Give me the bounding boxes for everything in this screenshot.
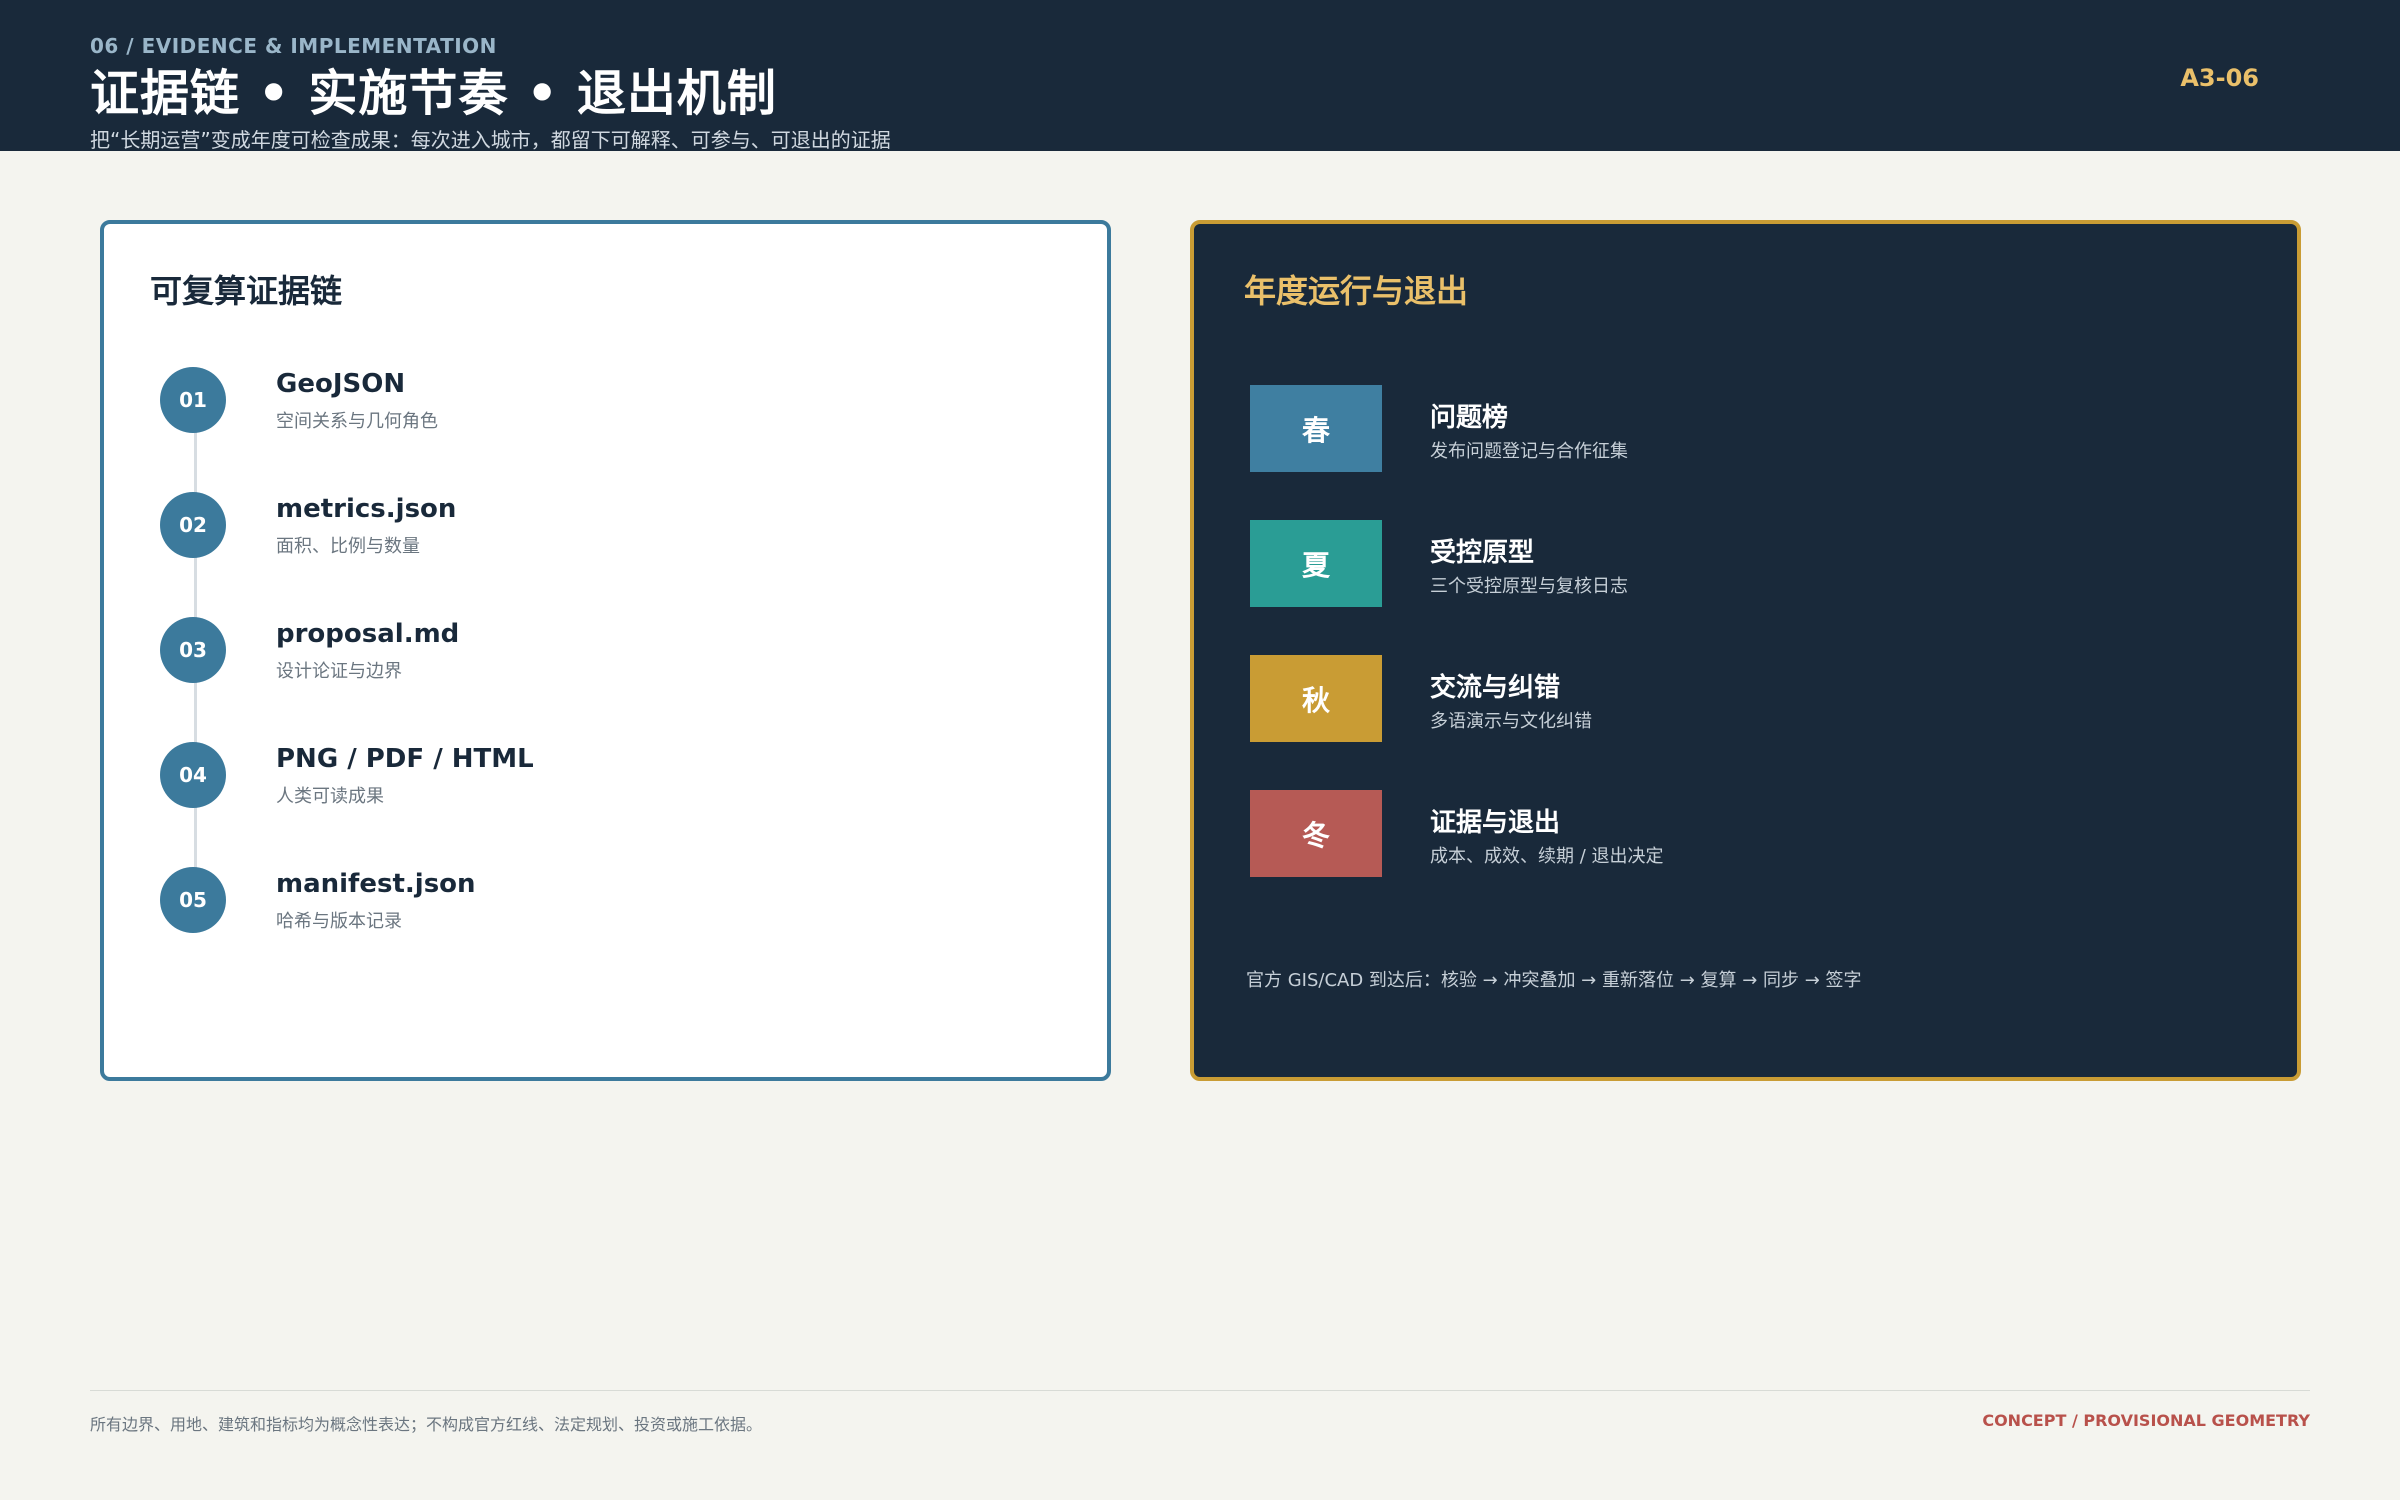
annual-cycle-card: 年度运行与退出 春 问题榜 发布问题登记与合作征集 夏 受控原型 三个受控原型与… (1190, 220, 2301, 1081)
season-spring: 春 问题榜 发布问题登记与合作征集 (1250, 385, 2250, 475)
season-desc: 发布问题登记与合作征集 (1430, 441, 1628, 462)
step-number-badge: 05 (160, 867, 226, 933)
chain-item-name: PNG / PDF / HTML (276, 744, 534, 774)
season-tag: 夏 (1250, 520, 1382, 607)
page-title: 证据链 • 实施节奏 • 退出机制 (90, 65, 777, 122)
chain-item-desc: 设计论证与边界 (276, 661, 402, 682)
footer-divider (90, 1390, 2310, 1391)
footer-status: CONCEPT / PROVISIONAL GEOMETRY (1982, 1411, 2310, 1430)
evidence-chain-list: 01 GeoJSON 空间关系与几何角色 02 metrics.json 面积、… (104, 224, 1107, 1077)
season-summer: 夏 受控原型 三个受控原型与复核日志 (1250, 520, 2250, 610)
chain-item-proposal: 03 proposal.md 设计论证与边界 (160, 617, 1040, 717)
chain-item-desc: 人类可读成果 (276, 786, 384, 807)
annual-cycle-title: 年度运行与退出 (1244, 272, 1469, 310)
season-name: 受控原型 (1430, 538, 1535, 568)
chain-item-name: proposal.md (276, 619, 460, 649)
season-autumn: 秋 交流与纠错 多语演示与文化纠错 (1250, 655, 2250, 745)
header-bar: 06 / EVIDENCE & IMPLEMENTATION 证据链 • 实施节… (0, 0, 2400, 152)
season-tag: 冬 (1250, 790, 1382, 877)
chain-item-name: manifest.json (276, 869, 476, 899)
season-winter: 冬 证据与退出 成本、成效、续期 / 退出决定 (1250, 790, 2250, 880)
footer-disclaimer: 所有边界、用地、建筑和指标均为概念性表达；不构成官方红线、法定规划、投资或施工依… (90, 1415, 763, 1434)
season-name: 交流与纠错 (1430, 673, 1561, 703)
section-eyebrow: 06 / EVIDENCE & IMPLEMENTATION (90, 34, 497, 58)
step-number-badge: 02 (160, 492, 226, 558)
chain-item-name: GeoJSON (276, 369, 406, 399)
season-desc: 三个受控原型与复核日志 (1430, 576, 1628, 597)
step-number-badge: 01 (160, 367, 226, 433)
season-tag: 春 (1250, 385, 1382, 472)
chain-item-manifest: 05 manifest.json 哈希与版本记录 (160, 867, 1040, 967)
chain-item-desc: 哈希与版本记录 (276, 911, 402, 932)
season-name: 问题榜 (1430, 403, 1509, 433)
season-name: 证据与退出 (1430, 808, 1561, 838)
season-tag: 秋 (1250, 655, 1382, 742)
step-number-badge: 04 (160, 742, 226, 808)
chain-item-name: metrics.json (276, 494, 457, 524)
chain-item-desc: 空间关系与几何角色 (276, 411, 438, 432)
evidence-chain-card: 可复算证据链 01 GeoJSON 空间关系与几何角色 02 metrics.j… (100, 220, 1111, 1081)
gis-flow-note: 官方 GIS/CAD 到达后：核验 → 冲突叠加 → 重新落位 → 复算 → 同… (1246, 970, 1862, 991)
slide-page: 06 / EVIDENCE & IMPLEMENTATION 证据链 • 实施节… (0, 0, 2400, 1500)
chain-item-metrics: 02 metrics.json 面积、比例与数量 (160, 492, 1040, 592)
sheet-code: A3-06 (2180, 64, 2259, 92)
step-number-badge: 03 (160, 617, 226, 683)
page-subtitle: 把“长期运营”变成年度可检查成果：每次进入城市，都留下可解释、可参与、可退出的证… (90, 128, 891, 152)
chain-item-desc: 面积、比例与数量 (276, 536, 420, 557)
season-desc: 多语演示与文化纠错 (1430, 711, 1592, 732)
season-desc: 成本、成效、续期 / 退出决定 (1430, 846, 1664, 867)
chain-item-geojson: 01 GeoJSON 空间关系与几何角色 (160, 367, 1040, 467)
chain-item-outputs: 04 PNG / PDF / HTML 人类可读成果 (160, 742, 1040, 842)
